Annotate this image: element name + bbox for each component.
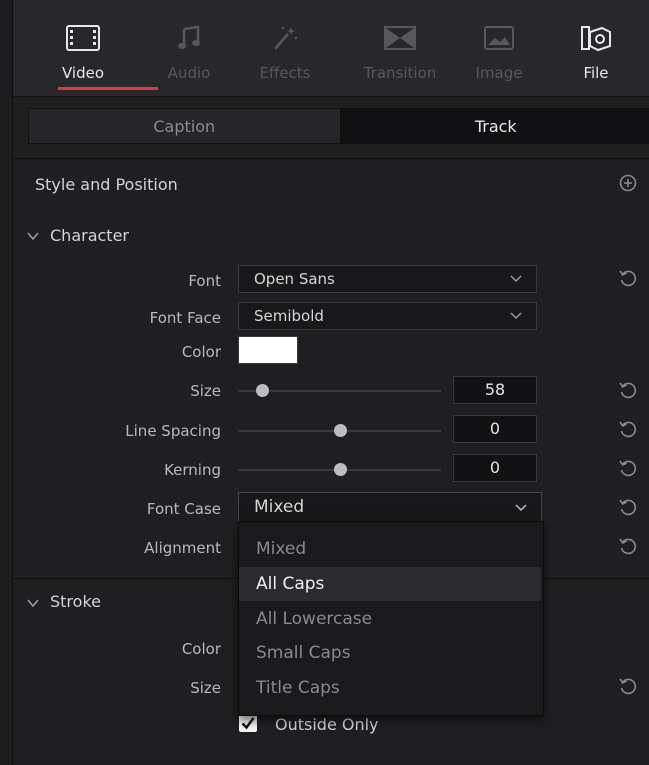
caption-segment[interactable]: Caption xyxy=(29,109,341,143)
font-face-value: Semibold xyxy=(254,307,324,325)
kerning-input[interactable]: 0 xyxy=(453,454,537,482)
music-note-icon xyxy=(144,24,234,52)
stroke-size-label: Size xyxy=(190,679,221,697)
reset-icon[interactable] xyxy=(618,458,638,478)
inspector-panel: Video Audio Effects Transition Image Fil… xyxy=(12,0,649,765)
track-segment[interactable]: Track xyxy=(340,109,649,143)
chevron-down-icon xyxy=(515,504,527,512)
tab-effects-label: Effects xyxy=(259,64,311,82)
chevron-down-icon xyxy=(510,312,522,320)
reset-icon[interactable] xyxy=(618,419,638,439)
reset-icon[interactable] xyxy=(618,497,638,517)
menu-item-small-caps[interactable]: Small Caps xyxy=(239,636,541,670)
add-keyframe-icon[interactable] xyxy=(618,173,638,193)
tab-transition-label: Transition xyxy=(363,64,437,82)
magic-wand-icon xyxy=(240,24,330,52)
active-tab-indicator xyxy=(58,87,158,90)
line-spacing-label: Line Spacing xyxy=(125,422,221,440)
reset-icon[interactable] xyxy=(618,268,638,288)
film-icon xyxy=(38,24,128,52)
text-color-swatch[interactable] xyxy=(238,336,298,364)
font-case-dropdown[interactable]: Mixed xyxy=(238,492,542,522)
tab-video-label: Video xyxy=(61,64,105,82)
font-dropdown[interactable]: Open Sans xyxy=(238,265,537,293)
stroke-color-label: Color xyxy=(181,640,221,658)
image-icon xyxy=(454,24,544,52)
kerning-slider-handle[interactable] xyxy=(333,463,347,476)
menu-item-all-caps[interactable]: All Caps xyxy=(239,567,541,601)
size-slider-handle[interactable] xyxy=(256,384,270,397)
transition-icon xyxy=(345,24,455,52)
file-icon xyxy=(551,24,641,52)
caption-track-toggle: Caption Track xyxy=(28,108,649,144)
line-spacing-slider-handle[interactable] xyxy=(333,424,347,437)
tab-audio-label: Audio xyxy=(167,64,211,82)
reset-icon[interactable] xyxy=(618,380,638,400)
divider xyxy=(13,158,649,159)
section-title-character: Character xyxy=(50,226,129,245)
kerning-label: Kerning xyxy=(164,461,221,479)
section-title-style-position: Style and Position xyxy=(35,175,178,194)
reset-icon[interactable] xyxy=(618,676,638,696)
chevron-down-icon xyxy=(510,275,522,283)
tab-file[interactable]: File xyxy=(551,0,641,96)
tab-file-label: File xyxy=(583,64,609,82)
size-label: Size xyxy=(190,382,221,400)
size-input[interactable]: 58 xyxy=(453,376,537,404)
tab-image-label: Image xyxy=(475,64,523,82)
tab-effects[interactable]: Effects xyxy=(240,0,330,96)
menu-item-all-lowercase[interactable]: All Lowercase xyxy=(239,602,541,636)
outside-only-checkbox[interactable] xyxy=(239,714,257,732)
chevron-down-icon[interactable] xyxy=(26,596,40,610)
section-title-stroke: Stroke xyxy=(50,592,101,611)
checkmark-icon xyxy=(241,717,255,730)
font-label: Font xyxy=(188,272,221,290)
font-case-label: Font Case xyxy=(146,500,221,518)
inspector-tabs: Video Audio Effects Transition Image Fil… xyxy=(13,0,649,97)
color-label: Color xyxy=(181,343,221,361)
outside-only-label: Outside Only xyxy=(275,715,379,734)
chevron-down-icon[interactable] xyxy=(26,229,40,243)
font-case-menu: Mixed All Caps All Lowercase Small Caps … xyxy=(238,521,544,716)
menu-item-title-caps[interactable]: Title Caps xyxy=(239,671,541,705)
font-face-label: Font Face xyxy=(149,309,221,327)
tab-video[interactable]: Video xyxy=(38,0,158,96)
font-case-value: Mixed xyxy=(254,497,305,517)
tab-audio[interactable]: Audio xyxy=(144,0,234,96)
alignment-label: Alignment xyxy=(144,539,221,557)
tab-image[interactable]: Image xyxy=(454,0,544,96)
font-value: Open Sans xyxy=(254,270,335,288)
font-face-dropdown[interactable]: Semibold xyxy=(238,302,537,330)
menu-item-mixed[interactable]: Mixed xyxy=(239,532,541,566)
reset-icon[interactable] xyxy=(618,536,638,556)
line-spacing-input[interactable]: 0 xyxy=(453,415,537,443)
tab-transition[interactable]: Transition xyxy=(345,0,455,96)
